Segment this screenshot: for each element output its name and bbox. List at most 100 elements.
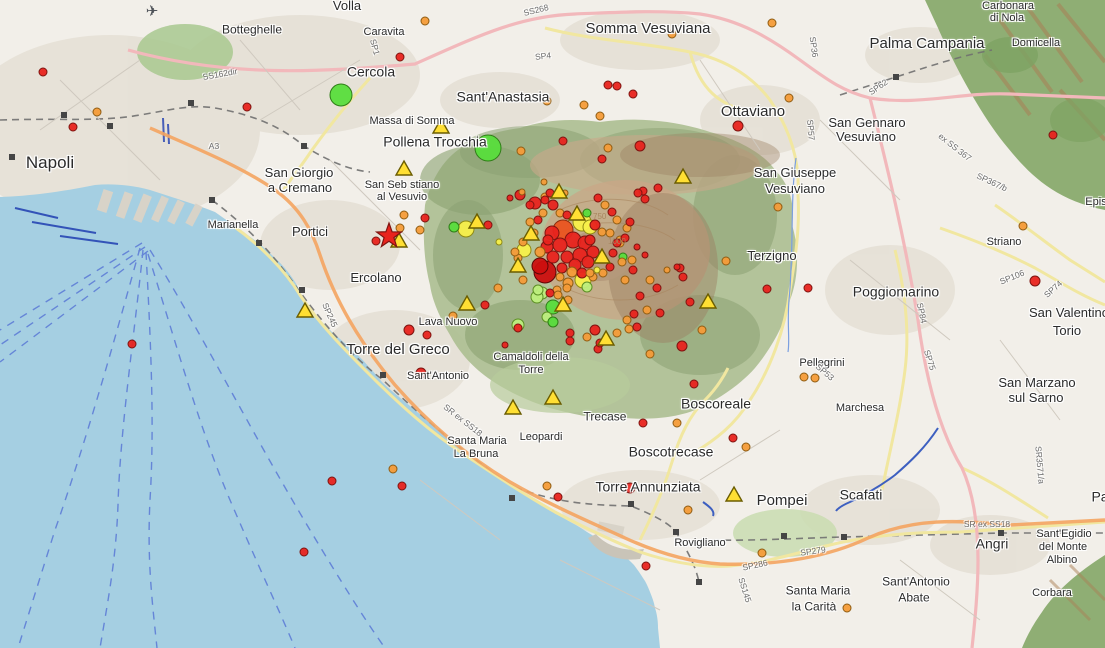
epicenter-marker[interactable] <box>582 256 594 268</box>
epicenter-marker[interactable] <box>502 342 508 348</box>
epicenter-marker[interactable] <box>609 249 617 257</box>
epicenter-marker[interactable] <box>733 121 743 131</box>
epicenter-marker[interactable] <box>328 477 336 485</box>
epicenter-marker[interactable] <box>618 258 626 266</box>
epicenter-marker[interactable] <box>541 179 547 185</box>
epicenter-marker[interactable] <box>481 301 489 309</box>
epicenter-marker[interactable] <box>621 234 629 242</box>
epicenter-marker[interactable] <box>416 226 424 234</box>
epicenter-marker[interactable] <box>774 203 782 211</box>
epicenter-marker[interactable] <box>586 269 594 277</box>
epicenter-marker[interactable] <box>567 267 577 277</box>
epicenter-marker[interactable] <box>554 291 562 299</box>
epicenter-marker[interactable] <box>1030 276 1040 286</box>
epicenter-marker[interactable] <box>535 247 545 257</box>
epicenter-marker[interactable] <box>606 229 614 237</box>
station-marker[interactable] <box>598 331 614 345</box>
epicenter-marker[interactable] <box>400 211 408 219</box>
epicenter-marker[interactable] <box>546 289 554 297</box>
epicenter-marker[interactable] <box>533 285 543 295</box>
epicenter-marker[interactable] <box>729 434 737 442</box>
epicenter-marker[interactable] <box>532 258 548 274</box>
epicenter-marker[interactable] <box>543 482 551 490</box>
epicenter-marker[interactable] <box>763 285 771 293</box>
epicenter-marker[interactable] <box>496 239 502 245</box>
epicenter-marker[interactable] <box>606 263 614 271</box>
epicenter-marker[interactable] <box>625 325 633 333</box>
epicenter-marker[interactable] <box>646 350 654 358</box>
epicenter-marker[interactable] <box>768 19 776 27</box>
epicenter-marker[interactable] <box>243 103 251 111</box>
station-marker[interactable] <box>545 390 561 404</box>
epicenter-marker[interactable] <box>698 326 706 334</box>
epicenter-marker[interactable] <box>629 266 637 274</box>
epicenter-marker[interactable] <box>633 323 641 331</box>
epicenter-marker[interactable] <box>594 267 600 273</box>
epicenter-marker[interactable] <box>646 276 654 284</box>
epicenter-marker[interactable] <box>475 135 501 161</box>
epicenter-marker[interactable] <box>557 263 567 273</box>
epicenter-marker[interactable] <box>517 147 525 155</box>
epicenter-marker[interactable] <box>608 208 616 216</box>
epicenter-marker[interactable] <box>372 237 380 245</box>
epicenter-marker[interactable] <box>679 273 687 281</box>
epicenter-marker[interactable] <box>653 284 661 292</box>
epicenter-marker[interactable] <box>630 310 638 318</box>
epicenter-marker[interactable] <box>548 317 558 327</box>
station-marker[interactable] <box>297 303 313 317</box>
epicenter-marker[interactable] <box>785 94 793 102</box>
station-marker[interactable] <box>700 294 716 308</box>
epicenter-marker[interactable] <box>93 108 101 116</box>
station-marker[interactable] <box>726 487 742 501</box>
epicenter-marker[interactable] <box>634 244 640 250</box>
epicenter-marker[interactable] <box>563 284 571 292</box>
station-marker[interactable] <box>459 296 475 310</box>
epicenter-marker[interactable] <box>625 483 635 493</box>
epicenter-marker[interactable] <box>330 84 352 106</box>
epicenter-marker[interactable] <box>396 53 404 61</box>
epicenter-marker[interactable] <box>843 604 851 612</box>
epicenter-marker[interactable] <box>673 419 681 427</box>
station-marker[interactable] <box>510 258 526 272</box>
epicenter-marker[interactable] <box>449 222 459 232</box>
epicenter-marker[interactable] <box>628 256 636 264</box>
epicenter-marker[interactable] <box>511 248 519 256</box>
epicenter-marker[interactable] <box>566 337 574 345</box>
epicenter-marker[interactable] <box>641 195 649 203</box>
epicenter-marker[interactable] <box>590 220 600 230</box>
epicenter-marker[interactable] <box>556 273 564 281</box>
epicenter-marker[interactable] <box>656 309 664 317</box>
epicenter-marker[interactable] <box>534 216 542 224</box>
epicenter-marker[interactable] <box>128 340 136 348</box>
epicenter-marker[interactable] <box>758 549 766 557</box>
epicenter-marker[interactable] <box>507 195 513 201</box>
epicenter-marker[interactable] <box>598 155 606 163</box>
epicenter-marker[interactable] <box>800 373 808 381</box>
epicenter-marker[interactable] <box>396 224 404 232</box>
epicenter-marker[interactable] <box>539 209 547 217</box>
epicenter-marker[interactable] <box>421 17 429 25</box>
epicenter-marker[interactable] <box>559 137 567 145</box>
epicenter-marker[interactable] <box>664 267 670 273</box>
epicenter-marker[interactable] <box>543 97 551 105</box>
epicenter-marker[interactable] <box>742 443 750 451</box>
station-marker[interactable] <box>469 214 485 228</box>
station-marker[interactable] <box>396 161 412 175</box>
epicenter-marker[interactable] <box>543 235 553 245</box>
epicenter-marker[interactable] <box>526 201 534 209</box>
epicenter-marker[interactable] <box>583 209 591 217</box>
epicenter-marker[interactable] <box>596 112 604 120</box>
epicenter-marker[interactable] <box>554 493 562 501</box>
epicenter-marker[interactable] <box>613 329 621 337</box>
epicenter-marker[interactable] <box>629 90 637 98</box>
epicenter-marker[interactable] <box>677 341 687 351</box>
epicenter-marker[interactable] <box>1019 222 1027 230</box>
epicenter-marker[interactable] <box>621 276 629 284</box>
epicenter-marker[interactable] <box>580 101 588 109</box>
map-canvas[interactable]: NapoliVollaBotteghelleCaravitaCercolaSom… <box>0 0 1105 648</box>
epicenter-marker[interactable] <box>635 141 645 151</box>
epicenter-marker[interactable] <box>585 235 595 245</box>
epicenter-marker[interactable] <box>668 30 676 38</box>
epicenter-marker[interactable] <box>634 189 642 197</box>
epicenter-marker[interactable] <box>566 329 574 337</box>
